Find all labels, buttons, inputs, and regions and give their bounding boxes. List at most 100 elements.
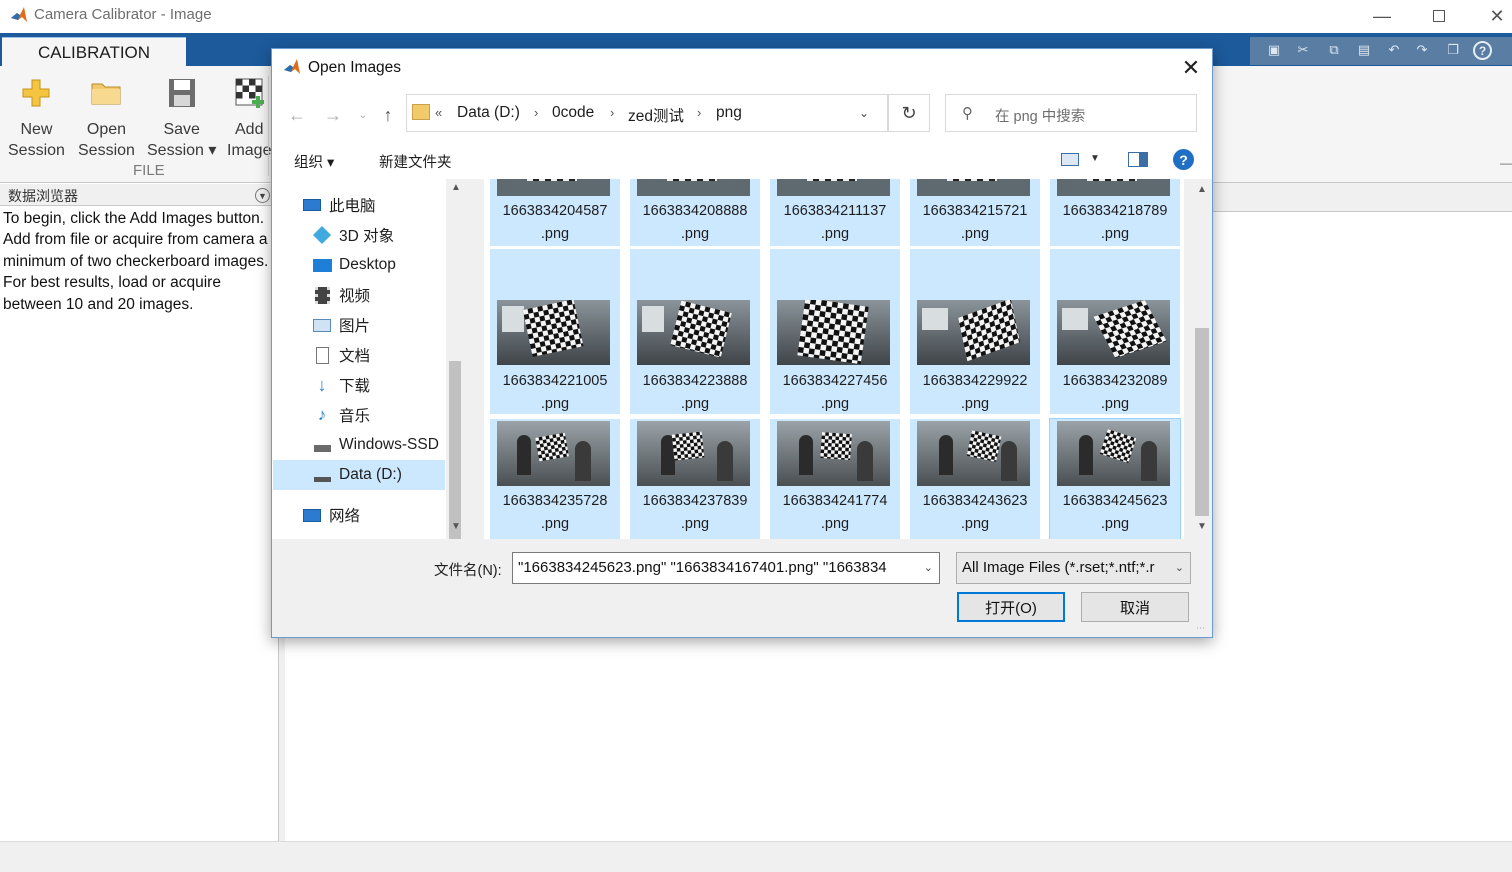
file-tile[interactable]: 1663834204587 .png: [490, 179, 620, 246]
cut-icon[interactable]: ✂: [1293, 40, 1313, 60]
nav-item-documents[interactable]: 文档: [312, 340, 370, 370]
cancel-button[interactable]: 取消: [1081, 592, 1189, 622]
nav-item-data-drive[interactable]: Data (D:): [312, 460, 402, 490]
nav-item-downloads[interactable]: ↓ 下载: [312, 370, 371, 400]
file-tile[interactable]: 1663834215721 .png: [910, 179, 1040, 246]
file-tile[interactable]: 1663834221005 .png: [490, 249, 620, 414]
save-icon[interactable]: ▣: [1264, 40, 1284, 60]
minimize-icon[interactable]: —: [1359, 0, 1405, 32]
file-ext: .png: [540, 516, 570, 532]
file-name: 1663834229922: [922, 373, 1028, 389]
desktop-icon: [312, 255, 332, 275]
nav-item-network[interactable]: 网络: [302, 500, 360, 530]
preview-pane-icon[interactable]: [1128, 152, 1148, 167]
file-tile[interactable]: 1663834211137 .png: [770, 179, 900, 246]
chevron-down-icon[interactable]: ⌄: [859, 106, 869, 120]
chevron-down-icon[interactable]: ⌄: [1175, 561, 1184, 574]
view-options-icon[interactable]: [1061, 153, 1079, 166]
image-thumbnail: [637, 179, 750, 196]
file-tile[interactable]: 1663834223888 .png: [630, 249, 760, 414]
breadcrumb-data-drive[interactable]: Data (D:): [457, 104, 520, 122]
file-tile[interactable]: 1663834245623 .png: [1049, 418, 1181, 539]
help-icon[interactable]: ?: [1473, 41, 1492, 60]
file-scrollbar-thumb[interactable]: [1195, 328, 1209, 516]
new-session-button[interactable]: New Session: [8, 76, 65, 161]
up-arrow-icon[interactable]: ↑: [375, 104, 401, 126]
organize-button[interactable]: 组织 ▾: [294, 151, 334, 172]
chevron-down-icon[interactable]: ⌄: [924, 561, 933, 574]
file-ext: .png: [680, 516, 710, 532]
chevron-down-icon[interactable]: ▼: [1090, 153, 1100, 164]
search-placeholder: 在 png 中搜索: [995, 109, 1086, 125]
undo-icon[interactable]: ↶: [1384, 40, 1404, 60]
file-ext: .png: [820, 516, 850, 532]
filename-input[interactable]: "1663834245623.png" "1663834167401.png" …: [512, 552, 940, 584]
collapse-ribbon-icon[interactable]: ―: [1500, 156, 1512, 170]
image-thumbnail: [637, 300, 750, 365]
chevron-down-icon[interactable]: ▼: [255, 188, 270, 203]
file-tile[interactable]: 1663834229922 .png: [910, 249, 1040, 414]
file-ext: .png: [680, 226, 710, 242]
add-images-button[interactable]: Add Image: [227, 76, 271, 161]
nav-item-windows-ssd[interactable]: Windows-SSD: [312, 430, 439, 460]
file-ext: .png: [1100, 226, 1130, 242]
recent-locations-icon[interactable]: ⌄: [350, 104, 376, 126]
image-thumbnail: [777, 421, 890, 486]
breadcrumb-overflow[interactable]: «: [435, 105, 442, 120]
file-tile[interactable]: 1663834241774 .png: [770, 419, 900, 539]
paste-icon[interactable]: ▤: [1354, 40, 1374, 60]
refresh-icon[interactable]: ↻: [888, 94, 930, 132]
drive-icon: [312, 435, 332, 455]
scroll-down-icon[interactable]: ▼: [1197, 521, 1207, 532]
drive-icon: [312, 465, 332, 485]
nav-scrollbar-thumb[interactable]: [449, 361, 461, 539]
pc-icon: [302, 195, 322, 215]
nav-item-videos[interactable]: 视频: [312, 280, 370, 310]
nav-item-label: 3D 对象: [339, 228, 395, 245]
open-session-button[interactable]: Open Session: [78, 76, 135, 161]
nav-item-3d-objects[interactable]: 3D 对象: [312, 220, 394, 250]
breadcrumb-0code[interactable]: 0code: [552, 104, 594, 122]
copy-icon[interactable]: ⧉: [1324, 40, 1344, 60]
new-folder-button[interactable]: 新建文件夹: [379, 151, 452, 172]
file-tile[interactable]: 1663834208888 .png: [630, 179, 760, 246]
save-session-button[interactable]: Save Session ▾: [147, 76, 216, 161]
file-tile[interactable]: 1663834227456 .png: [770, 249, 900, 414]
scroll-up-icon[interactable]: ▲: [1197, 184, 1207, 195]
breadcrumb-zed[interactable]: zed测试: [628, 104, 684, 126]
file-tile[interactable]: 1663834237839 .png: [630, 419, 760, 539]
scroll-up-icon[interactable]: ▲: [451, 182, 461, 193]
nav-item-label: 视频: [339, 288, 371, 305]
matlab-logo-icon: [10, 6, 28, 24]
nav-item-desktop[interactable]: Desktop: [312, 250, 396, 280]
file-tile[interactable]: 1663834235728 .png: [490, 419, 620, 539]
nav-item-pictures[interactable]: 图片: [312, 310, 370, 340]
nav-item-label: Data (D:): [339, 466, 402, 483]
breadcrumb-png[interactable]: png: [716, 104, 742, 122]
nav-item-this-pc[interactable]: 此电脑: [302, 190, 376, 220]
data-browser-hint: To begin, click the Add Images button. A…: [3, 210, 269, 313]
file-tile[interactable]: 1663834243623 .png: [910, 419, 1040, 539]
switch-windows-icon[interactable]: ❐: [1443, 40, 1463, 60]
resize-grip-icon[interactable]: ⋯: [1196, 623, 1208, 635]
nav-item-label: 音乐: [339, 408, 371, 425]
nav-item-music[interactable]: ♪ 音乐: [312, 400, 370, 430]
file-type-filter[interactable]: All Image Files (*.rset;*.ntf;*.r ⌄: [956, 552, 1191, 584]
redo-icon[interactable]: ↷: [1412, 40, 1432, 60]
close-icon[interactable]: ✕: [1178, 55, 1204, 81]
help-icon[interactable]: ?: [1173, 149, 1194, 170]
network-icon: [302, 505, 322, 525]
file-tile[interactable]: 1663834232089 .png: [1050, 249, 1180, 414]
file-tile[interactable]: 1663834218789 .png: [1050, 179, 1180, 246]
filter-value: All Image Files (*.rset;*.ntf;*.r: [962, 559, 1155, 576]
forward-arrow-icon[interactable]: →: [320, 104, 346, 126]
scroll-down-icon[interactable]: ▼: [451, 521, 461, 532]
file-name: 1663834235728: [502, 493, 608, 509]
tab-calibration[interactable]: CALIBRATION: [2, 37, 186, 67]
open-button[interactable]: 打开(O): [957, 592, 1065, 622]
close-icon[interactable]: ✕: [1474, 0, 1512, 32]
maximize-icon[interactable]: [1416, 0, 1462, 32]
back-arrow-icon[interactable]: ←: [284, 104, 310, 126]
plus-icon: [19, 76, 53, 110]
checkerboard-add-icon: [232, 76, 266, 110]
